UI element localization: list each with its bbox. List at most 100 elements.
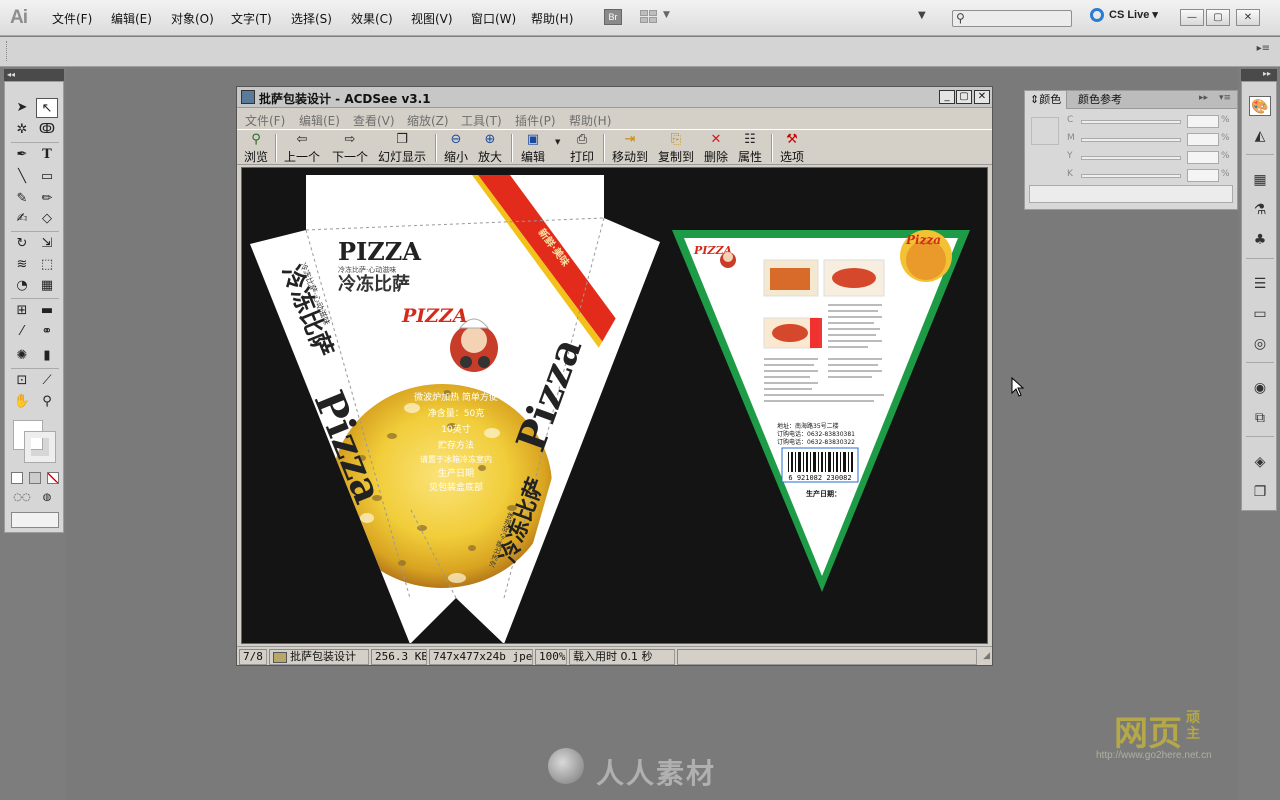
appearance-icon[interactable]: ◉ [1249, 378, 1271, 398]
paintbrush-tool-icon[interactable]: ✎ [11, 189, 33, 209]
options-button[interactable]: ⚒ 选项 [779, 132, 805, 164]
right-dock-header[interactable]: ▸▸ [1241, 69, 1277, 81]
menu-edit[interactable]: 编辑(E) [111, 10, 152, 27]
copy-to-button[interactable]: ⎘ 复制到 [657, 132, 695, 164]
resize-grip-icon[interactable]: ◢ [983, 651, 990, 661]
rectangle-tool-icon[interactable]: ▭ [36, 167, 58, 187]
magenta-value-field[interactable] [1187, 133, 1219, 146]
blob-brush-icon[interactable]: ✍ [11, 209, 33, 229]
previous-button[interactable]: ⇦ 上一个 [283, 132, 321, 164]
delete-button[interactable]: ✕ 删除 [703, 132, 729, 164]
symbol-sprayer-icon[interactable]: ✺ [11, 346, 33, 366]
selection-tool-icon[interactable]: ➤ [11, 98, 33, 118]
menu-window[interactable]: 窗口(W) [471, 10, 516, 27]
tools-panel-header[interactable]: ◂◂ [4, 69, 64, 81]
scale-tool-icon[interactable]: ⇲ [36, 234, 58, 254]
color-spectrum[interactable] [1029, 185, 1233, 203]
fill-stroke-swatch[interactable] [13, 420, 57, 464]
stroke-swatch[interactable] [24, 431, 56, 463]
panel-grip[interactable] [6, 41, 9, 61]
yellow-slider[interactable]: Y% [1065, 151, 1235, 165]
menu-object[interactable]: 对象(O) [171, 10, 214, 27]
pen-tool-icon[interactable]: ✒ [11, 145, 33, 165]
menu-help[interactable]: 帮助(H) [531, 10, 573, 27]
swatches-icon[interactable]: ▦ [1249, 170, 1271, 190]
lasso-tool-icon[interactable]: ↂ [36, 120, 58, 140]
tab-color[interactable]: ⇕颜色 [1025, 91, 1068, 109]
mesh-tool-icon[interactable]: ⊞ [11, 301, 33, 321]
acd-menu-zoom[interactable]: 缩放(Z) [407, 112, 449, 129]
cs-live-button[interactable]: CS Live ▾ [1090, 8, 1158, 23]
color-swatch-preview[interactable] [1031, 117, 1059, 145]
acd-menu-tools[interactable]: 工具(T) [461, 112, 502, 129]
acd-menu-file[interactable]: 文件(F) [245, 112, 285, 129]
column-graph-icon[interactable]: ▮ [36, 346, 58, 366]
bridge-button[interactable]: Br [604, 9, 622, 25]
layers-icon[interactable]: ◈ [1249, 452, 1271, 472]
gradient-mode-icon[interactable] [29, 472, 41, 484]
none-mode-icon[interactable] [47, 472, 59, 484]
zoom-tool-icon[interactable]: ⚲ [36, 392, 58, 412]
draw-inside-icon[interactable]: ◍ [36, 488, 58, 508]
artboard-tool-icon[interactable]: ⊡ [11, 371, 33, 391]
perspective-grid-icon[interactable]: ▦ [36, 276, 58, 296]
panel-collapse-icon[interactable]: ▸▸ [1199, 93, 1208, 103]
menu-effect[interactable]: 效果(C) [351, 10, 393, 27]
browse-button[interactable]: ⚲ 浏览 [243, 132, 269, 164]
shape-builder-icon[interactable]: ◔ [11, 276, 33, 296]
slideshow-button[interactable]: ❐ 幻灯显示 [377, 132, 427, 164]
gradient-icon[interactable]: ▭ [1249, 304, 1271, 324]
hand-tool-icon[interactable]: ✋ [11, 392, 33, 412]
draw-normal-icon[interactable]: ◌◌ [11, 488, 33, 508]
acd-menu-view[interactable]: 查看(V) [353, 112, 395, 129]
magenta-slider[interactable]: M% [1065, 133, 1235, 147]
acd-menu-plugins[interactable]: 插件(P) [515, 112, 556, 129]
cyan-slider[interactable]: C% [1065, 115, 1235, 129]
screen-mode-button[interactable] [11, 512, 59, 528]
tab-color-guide[interactable]: 颜色参考 [1073, 91, 1127, 109]
edit-dropdown-icon[interactable]: ▼ [555, 138, 560, 146]
color-mode-icon[interactable] [11, 472, 23, 484]
cyan-value-field[interactable] [1187, 115, 1219, 128]
panel-menu-icon[interactable]: ▸≡ [1257, 43, 1270, 54]
brushes-icon[interactable]: ⚗ [1249, 200, 1271, 220]
gradient-tool-icon[interactable]: ▬ [36, 301, 58, 321]
image-viewport[interactable]: Pizza 冷冻比萨 冷冻比萨·心动滋味 PIZZA 冷冻比萨·心动滋味 冷冻比… [241, 167, 988, 644]
yellow-value-field[interactable] [1187, 151, 1219, 164]
acd-menu-help[interactable]: 帮助(H) [569, 112, 611, 129]
arrange-documents-button[interactable]: ▼ [640, 9, 672, 26]
edit-button[interactable]: ▣ 编辑 [519, 132, 547, 164]
color-palette-icon[interactable]: 🎨 [1249, 96, 1271, 116]
acdsee-close-button[interactable]: ✕ [974, 90, 990, 104]
menu-type[interactable]: 文字(T) [231, 10, 272, 27]
direct-selection-tool-icon[interactable]: ↖ [36, 98, 58, 118]
free-transform-icon[interactable]: ⬚ [36, 255, 58, 275]
move-to-button[interactable]: ⇥ 移动到 [611, 132, 649, 164]
acdsee-minimize-button[interactable]: _ [939, 90, 955, 104]
maximize-button[interactable]: ▢ [1206, 9, 1230, 26]
acdsee-titlebar[interactable]: 批萨包装设计 - ACDSee v3.1 _ ▢ ✕ [237, 87, 992, 108]
properties-button[interactable]: ☷ 属性 [737, 132, 763, 164]
slice-tool-icon[interactable]: ⟋ [36, 371, 58, 391]
black-value-field[interactable] [1187, 169, 1219, 182]
transparency-icon[interactable]: ◎ [1249, 334, 1271, 354]
eyedropper-tool-icon[interactable]: ⁄ [11, 322, 33, 342]
eraser-tool-icon[interactable]: ◇ [36, 209, 58, 229]
workspace-dropdown-icon[interactable]: ▼ [918, 10, 926, 21]
graphic-styles-icon[interactable]: ⧉ [1249, 408, 1271, 428]
acd-menu-edit[interactable]: 编辑(E) [299, 112, 340, 129]
blend-tool-icon[interactable]: ⚭ [36, 322, 58, 342]
zoom-in-button[interactable]: ⊕ 放大 [477, 132, 503, 164]
rotate-tool-icon[interactable]: ↻ [11, 234, 33, 254]
menu-view[interactable]: 视图(V) [411, 10, 453, 27]
stroke-icon[interactable]: ☰ [1249, 274, 1271, 294]
acdsee-maximize-button[interactable]: ▢ [956, 90, 972, 104]
zoom-out-button[interactable]: ⊖ 缩小 [443, 132, 469, 164]
color-guide-icon[interactable]: ◭ [1249, 126, 1271, 146]
black-slider[interactable]: K% [1065, 169, 1235, 183]
next-button[interactable]: ⇨ 下一个 [331, 132, 369, 164]
magic-wand-icon[interactable]: ✲ [11, 120, 33, 140]
type-tool-icon[interactable]: T [36, 145, 58, 165]
line-tool-icon[interactable]: ╲ [11, 167, 33, 187]
symbols-icon[interactable]: ♣ [1249, 230, 1271, 250]
